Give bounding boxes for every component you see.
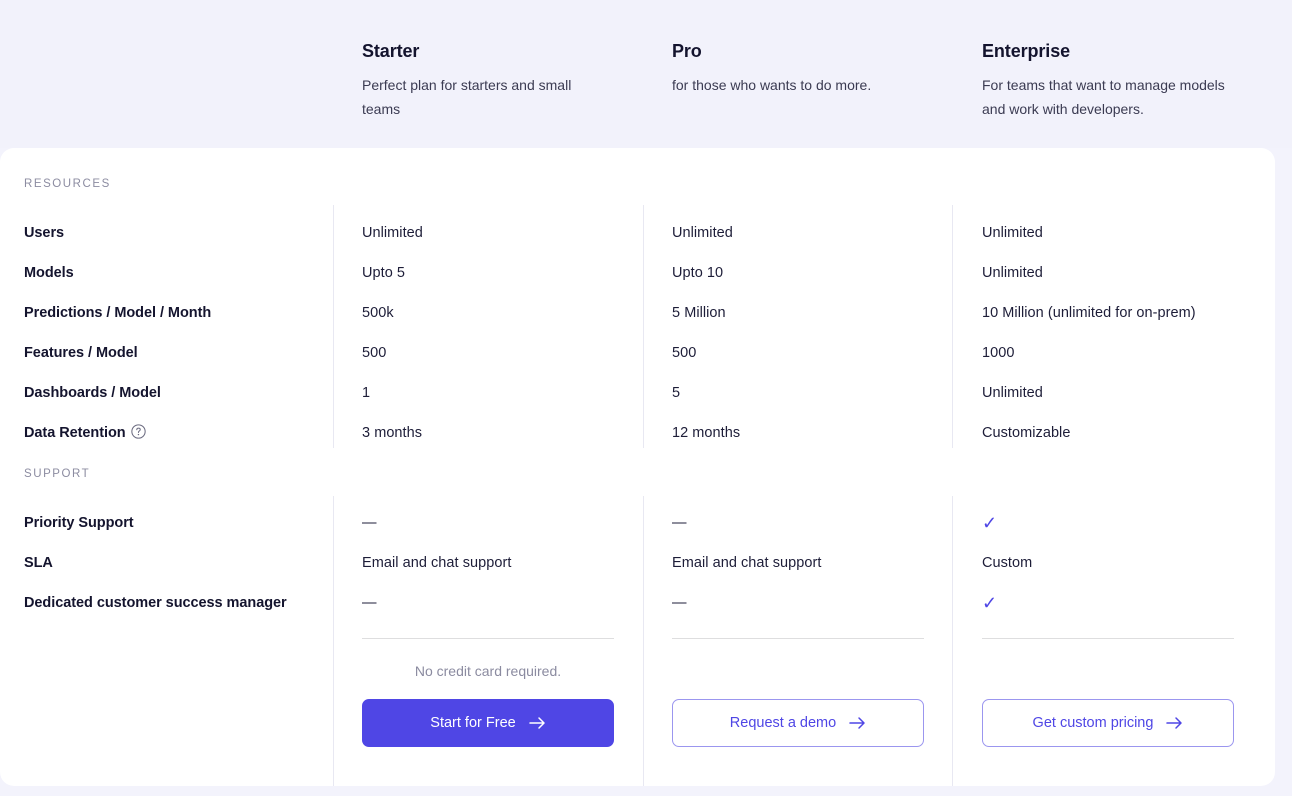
cta-divider <box>982 638 1234 639</box>
cta-note-placeholder <box>982 663 1234 683</box>
start-for-free-button[interactable]: Start for Free <box>362 699 614 747</box>
table-row: Models Upto 5 Upto 10 Unlimited <box>0 253 1275 293</box>
table-row: Dashboards / Model 1 5 Unlimited <box>0 373 1275 413</box>
plan-header-band: Starter Perfect plan for starters and sm… <box>0 0 1292 148</box>
plan-header-enterprise: Enterprise For teams that want to manage… <box>982 0 1292 148</box>
question-circle-icon[interactable] <box>130 423 146 443</box>
row-label: Dedicated customer success manager <box>24 595 287 611</box>
plan-name: Pro <box>672 41 702 61</box>
arrow-right-icon <box>528 716 546 730</box>
header-label-spacer <box>0 0 362 148</box>
row-value-enterprise: 1000 <box>982 345 1015 361</box>
table-row: Data Retention 3 months 12 months Custom… <box>0 413 1275 453</box>
plan-description: For teams that want to manage models and… <box>982 77 1225 118</box>
row-value-enterprise: Unlimited <box>982 385 1043 401</box>
pricing-comparison-page: Starter Perfect plan for starters and sm… <box>0 0 1292 796</box>
table-row: Dedicated customer success manager — — ✓ <box>0 583 1275 623</box>
row-value-starter: — <box>362 515 377 531</box>
get-custom-pricing-button[interactable]: Get custom pricing <box>982 699 1234 747</box>
plan-name: Starter <box>362 41 420 61</box>
row-value-enterprise: 10 Million (unlimited for on-prem) <box>982 305 1196 321</box>
row-label: SLA <box>24 555 53 571</box>
row-value-starter: — <box>362 595 377 611</box>
row-value-pro: — <box>672 595 687 611</box>
plan-name: Enterprise <box>982 41 1071 61</box>
row-label-text: Data Retention <box>24 424 126 441</box>
comparison-card: RESOURCES Users Unlimited Unlimited Unli… <box>0 148 1275 786</box>
row-label: Predictions / Model / Month <box>24 305 212 321</box>
row-value-starter: 3 months <box>362 425 423 441</box>
cta-column-starter: No credit card required. Start for Free <box>362 638 672 747</box>
plan-description: for those who wants to do more. <box>672 77 872 94</box>
row-label: Dashboards / Model <box>24 385 161 401</box>
row-value-starter: 1 <box>362 385 371 401</box>
row-value-starter: Upto 5 <box>362 265 406 281</box>
row-label: Users <box>24 225 65 241</box>
table-row: Predictions / Model / Month 500k 5 Milli… <box>0 293 1275 333</box>
row-value-pro: 12 months <box>672 425 741 441</box>
row-value-starter: 500 <box>362 345 387 361</box>
table-row: Priority Support — — ✓ <box>0 503 1275 543</box>
cta-note: No credit card required. <box>414 663 562 679</box>
row-value-starter: 500k <box>362 305 394 321</box>
row-value-pro: Email and chat support <box>672 555 822 571</box>
cta-column-enterprise: Get custom pricing <box>982 638 1275 747</box>
cta-strip: No credit card required. Start for Free … <box>0 638 1275 747</box>
button-label: Start for Free <box>430 715 516 731</box>
table-row: SLA Email and chat support Email and cha… <box>0 543 1275 583</box>
row-value-pro: 5 Million <box>672 305 726 321</box>
section-label-support: SUPPORT <box>24 468 91 480</box>
cta-column-pro: Request a demo <box>672 638 982 747</box>
button-label: Request a demo <box>729 715 837 731</box>
row-value-starter: Email and chat support <box>362 555 512 571</box>
arrow-right-icon <box>1166 716 1183 730</box>
row-label: Features / Model <box>24 345 138 361</box>
row-value-pro: Upto 10 <box>672 265 724 281</box>
plan-header-pro: Pro for those who wants to do more. <box>672 0 982 148</box>
cta-note-placeholder <box>672 663 924 683</box>
row-label: Data Retention <box>0 423 362 443</box>
row-value-enterprise: Unlimited <box>982 265 1043 281</box>
button-label: Get custom pricing <box>1032 715 1154 731</box>
plan-header-starter: Starter Perfect plan for starters and sm… <box>362 0 672 148</box>
row-value-pro: Unlimited <box>672 225 733 241</box>
row-value-enterprise: ✓ <box>982 513 998 533</box>
cta-divider <box>362 638 614 639</box>
row-value-enterprise: Unlimited <box>982 225 1043 241</box>
row-value-enterprise: Customizable <box>982 425 1071 441</box>
table-row: Features / Model 500 500 1000 <box>0 333 1275 373</box>
row-label: Models <box>24 265 74 281</box>
plan-description: Perfect plan for starters and small team… <box>362 77 572 118</box>
table-row: Users Unlimited Unlimited Unlimited <box>0 213 1275 253</box>
row-value-starter: Unlimited <box>362 225 423 241</box>
row-value-pro: 500 <box>672 345 697 361</box>
request-a-demo-button[interactable]: Request a demo <box>672 699 924 747</box>
arrow-right-icon <box>849 716 866 730</box>
row-value-pro: — <box>672 515 687 531</box>
row-value-enterprise: ✓ <box>982 593 998 613</box>
section-label-resources: RESOURCES <box>24 178 111 190</box>
cta-label-spacer <box>0 638 362 747</box>
row-label: Priority Support <box>24 515 134 531</box>
cta-divider <box>672 638 924 639</box>
row-value-enterprise: Custom <box>982 555 1033 571</box>
row-value-pro: 5 <box>672 385 681 401</box>
